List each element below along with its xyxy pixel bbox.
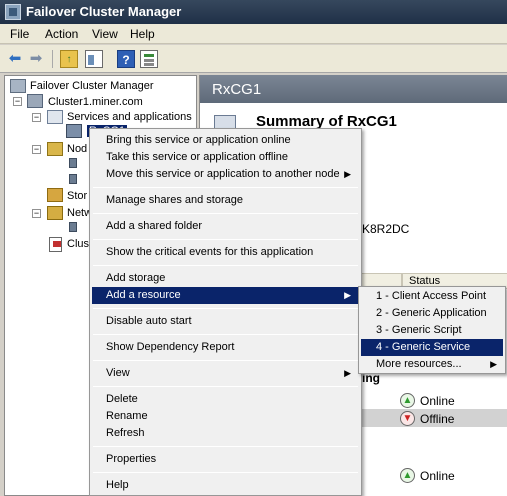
menu-move-service[interactable]: Move this service or application to anot… [92, 166, 359, 183]
add-resource-submenu: 1 - Client Access Point 2 - Generic Appl… [358, 286, 506, 374]
network-icon [69, 222, 77, 232]
menu-file[interactable]: File [10, 27, 29, 41]
menu-take-offline[interactable]: Take this service or application offline [92, 149, 359, 166]
offline-arrow-icon: ▼ [400, 411, 415, 426]
tree-nodes[interactable]: Nod [67, 143, 87, 155]
properties-icon[interactable] [140, 50, 158, 68]
submenu-more-resources[interactable]: More resources... ▶ [361, 356, 503, 373]
menu-show-critical-events[interactable]: Show the critical events for this applic… [92, 244, 359, 261]
submenu-generic-service[interactable]: 4 - Generic Service [361, 339, 503, 356]
online-arrow-icon: ▲ [400, 393, 415, 408]
arrow-left-icon[interactable]: ⬅ [6, 50, 24, 68]
nodes-icon [47, 142, 63, 156]
show-hide-tree-icon[interactable] [85, 50, 103, 68]
tree-storage[interactable]: Stor [67, 190, 87, 202]
menu-help[interactable]: Help [130, 27, 155, 41]
submenu-more-resources-label: More resources... [376, 358, 462, 370]
menu-disable-auto-start[interactable]: Disable auto start [92, 313, 359, 330]
cluster-icon [27, 94, 43, 108]
arrow-right-icon[interactable]: ➡ [27, 50, 45, 68]
service-group-icon [66, 124, 82, 138]
menu-delete[interactable]: Delete [92, 391, 359, 408]
submenu-arrow-icon: ▶ [490, 359, 497, 369]
cluster-manager-icon [10, 79, 26, 93]
collapse-services-toggle[interactable]: − [32, 113, 41, 122]
menu-separator [93, 472, 358, 473]
online-arrow-icon: ▲ [400, 468, 415, 483]
menu-separator [93, 308, 358, 309]
window-title: Failover Cluster Manager [26, 4, 182, 19]
submenu-arrow-icon: ▶ [344, 169, 351, 179]
toolbar-separator [52, 50, 53, 68]
menu-view[interactable]: View ▶ [92, 365, 359, 382]
tree-cluster-events[interactable]: Clus [67, 238, 89, 250]
menu-add-resource-label: Add a resource [106, 289, 181, 301]
menu-refresh[interactable]: Refresh [92, 425, 359, 442]
server-name-fragment: K8R2DC [362, 222, 410, 236]
toolbar: ⬅ ➡ ↑ ? [0, 45, 507, 73]
menu-help[interactable]: Help [92, 477, 359, 494]
menu-show-dependency-report[interactable]: Show Dependency Report [92, 339, 359, 356]
menubar: File Action View Help [0, 24, 507, 44]
services-icon [47, 110, 63, 124]
menu-separator [93, 360, 358, 361]
collapse-cluster-toggle[interactable]: − [13, 97, 22, 106]
storage-icon [47, 188, 63, 202]
submenu-client-access-point[interactable]: 1 - Client Access Point [361, 288, 503, 305]
tree-cluster[interactable]: Cluster1.miner.com [48, 96, 143, 108]
menu-separator [93, 386, 358, 387]
submenu-arrow-icon: ▶ [344, 290, 351, 300]
window-titlebar: Failover Cluster Manager [0, 0, 507, 24]
menu-view-label: View [106, 367, 130, 379]
node-icon [69, 174, 77, 184]
menu-manage-shares[interactable]: Manage shares and storage [92, 192, 359, 209]
submenu-generic-application[interactable]: 2 - Generic Application [361, 305, 503, 322]
menu-bring-online[interactable]: Bring this service or application online [92, 132, 359, 149]
submenu-arrow-icon: ▶ [344, 368, 351, 378]
collapse-networks-toggle[interactable]: − [32, 209, 41, 218]
tree-root[interactable]: Failover Cluster Manager [30, 80, 154, 92]
details-header: RxCG1 [200, 75, 507, 103]
details-header-title: RxCG1 [212, 81, 262, 98]
menu-rename[interactable]: Rename [92, 408, 359, 425]
menu-separator [93, 187, 358, 188]
context-menu: Bring this service or application online… [89, 128, 362, 496]
submenu-generic-script[interactable]: 3 - Generic Script [361, 322, 503, 339]
collapse-nodes-toggle[interactable]: − [32, 145, 41, 154]
menu-add-shared-folder[interactable]: Add a shared folder [92, 218, 359, 235]
menu-view[interactable]: View [92, 27, 118, 41]
cluster-events-icon [49, 237, 62, 252]
menu-action[interactable]: Action [45, 27, 78, 41]
menu-separator [93, 213, 358, 214]
menu-move-service-label: Move this service or application to anot… [106, 168, 340, 180]
menu-properties[interactable]: Properties [92, 451, 359, 468]
node-icon [69, 158, 77, 168]
menu-add-storage[interactable]: Add storage [92, 270, 359, 287]
menu-add-resource[interactable]: Add a resource ▶ [92, 287, 359, 304]
networks-icon [47, 206, 63, 220]
menu-separator [93, 446, 358, 447]
menu-separator [93, 265, 358, 266]
failover-cluster-app-icon [5, 4, 21, 20]
menu-separator [93, 334, 358, 335]
up-folder-icon[interactable]: ↑ [60, 50, 78, 68]
tree-services[interactable]: Services and applications [67, 111, 192, 123]
help-icon[interactable]: ? [117, 50, 135, 68]
menu-separator [93, 239, 358, 240]
